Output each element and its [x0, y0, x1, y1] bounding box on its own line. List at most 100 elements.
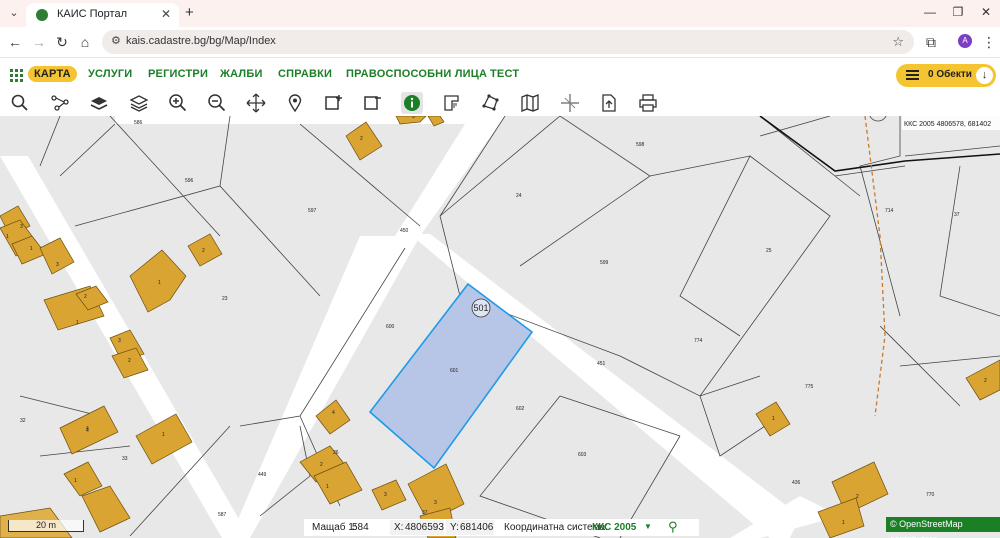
parcel-label: 4 — [86, 426, 89, 432]
address-bar[interactable]: ⚙ kais.cadastre.bg/bg/Map/Index ☆ — [102, 30, 914, 54]
parcel-label: 596 — [185, 178, 194, 184]
coordinate-search-icon[interactable]: ⚲ — [668, 519, 678, 535]
parcel-label: 1 — [30, 246, 33, 252]
reload-icon[interactable]: ↻ — [53, 33, 71, 51]
home-icon[interactable]: ⌂ — [76, 33, 94, 51]
browser-toolbar: ← → ↻ ⌂ ⚙ kais.cadastre.bg/bg/Map/Index … — [0, 27, 1000, 57]
map-icon[interactable] — [519, 92, 541, 114]
info-icon[interactable] — [401, 92, 423, 114]
parcel-label: 4 — [332, 410, 335, 416]
measure-polygon-icon[interactable] — [480, 92, 502, 114]
parcel-label: 23 — [222, 296, 228, 302]
parcel-label: 37 — [954, 212, 960, 218]
minimize-icon[interactable]: — — [920, 5, 940, 19]
pan-icon[interactable] — [245, 92, 267, 114]
location-pin-icon[interactable] — [284, 92, 306, 114]
parcel-label: 600 — [386, 324, 395, 330]
tab-close-icon[interactable]: ✕ — [161, 7, 171, 21]
close-window-icon[interactable]: ✕ — [976, 5, 996, 19]
tab-search-chevron-icon[interactable]: ⌄ — [6, 5, 22, 21]
parcel-label: 436 — [792, 480, 801, 486]
cadastral-map[interactable]: 501 586 596 597 24 598 599 25 714 37 23 … — [0, 116, 1000, 538]
search-icon[interactable] — [9, 92, 31, 114]
objects-basket-button[interactable]: 0 Обекти ↓ — [896, 64, 996, 87]
apps-grid-icon[interactable] — [10, 69, 23, 82]
profile-avatar[interactable]: A — [958, 34, 972, 48]
scale-value: 584 — [352, 522, 369, 533]
parcel-label: 3 — [434, 500, 437, 506]
osm-attribution[interactable]: © OpenStreetMap contributors. — [886, 517, 1000, 538]
parcel-label: 602 — [516, 406, 525, 412]
map-canvas[interactable]: 501 586 596 597 24 598 599 25 714 37 23 … — [0, 116, 1000, 538]
trail-line — [864, 116, 886, 417]
restore-icon[interactable]: ❐ — [948, 5, 968, 19]
marker-circle — [869, 116, 887, 122]
print-icon[interactable] — [637, 92, 659, 114]
nav-item-references[interactable]: СПРАВКИ — [278, 68, 332, 80]
forward-icon[interactable]: → — [30, 33, 48, 51]
coordinate-system-select[interactable]: ККС 2005 — [592, 522, 636, 533]
nav-item-map[interactable]: КАРТА — [28, 66, 77, 82]
parcel-label: 586 — [134, 120, 143, 126]
nav-item-complaints[interactable]: ЖАЛБИ — [220, 68, 263, 80]
new-tab-icon[interactable]: + — [185, 4, 194, 21]
x-value: 4806593 — [405, 522, 444, 533]
parcel-label: 33 — [122, 456, 128, 462]
parcel-label: 1 — [842, 520, 845, 526]
parcel-label: 37 — [422, 510, 428, 516]
nav-item-services[interactable]: УСЛУГИ — [88, 68, 132, 80]
url-text[interactable]: kais.cadastre.bg/bg/Map/Index — [126, 35, 276, 47]
parcel-label: 24 — [516, 193, 522, 199]
parcel-label: 1 — [158, 280, 161, 286]
parcel-label: 714 — [885, 208, 894, 214]
browser-tab[interactable]: КАИС Портал ✕ — [26, 3, 179, 27]
arrow-down-icon[interactable]: ↓ — [976, 67, 993, 84]
parcel-label: 2 — [360, 136, 363, 142]
parcel-label: 449 — [258, 472, 267, 478]
selected-parcel-badge: 501 — [473, 303, 488, 313]
parcel-label: 1 — [76, 320, 79, 326]
nav-item-registers[interactable]: РЕГИСТРИ — [148, 68, 208, 80]
tab-title: КАИС Портал — [57, 8, 128, 20]
measure-length-icon[interactable] — [441, 92, 463, 114]
back-icon[interactable]: ← — [6, 33, 24, 51]
parcel-label: 601 — [450, 368, 459, 374]
parcel-label: 2 — [984, 378, 987, 384]
parcel-label: 3 — [384, 492, 387, 498]
bookmark-star-icon[interactable]: ☆ — [892, 34, 904, 50]
parcel-label: 2 — [202, 248, 205, 254]
scale-bar: 20 m — [8, 520, 84, 532]
parcel-label: 32 — [20, 418, 26, 424]
parcel-label: 1 — [326, 484, 329, 490]
parcel-label: 2 — [128, 358, 131, 364]
select-area-minus-icon[interactable] — [362, 92, 384, 114]
parcel-label: 1 — [74, 478, 77, 484]
parcel-label: 599 — [600, 260, 609, 266]
parcel-label: 1 — [162, 432, 165, 438]
parcel-label: 451 — [597, 361, 606, 367]
extensions-icon[interactable]: ⧉ — [922, 33, 940, 51]
chevron-down-icon[interactable]: ▼ — [644, 522, 652, 531]
zoom-in-icon[interactable] — [167, 92, 189, 114]
select-area-plus-icon[interactable] — [323, 92, 345, 114]
zoom-out-icon[interactable] — [206, 92, 228, 114]
coords-label: ККС 2005 4806578, 681402 — [904, 121, 991, 128]
crosshair-icon[interactable] — [559, 92, 581, 114]
export-icon[interactable] — [598, 92, 620, 114]
layers-outline-icon[interactable] — [128, 92, 150, 114]
parcel-label: 1 — [6, 234, 9, 240]
route-icon[interactable] — [49, 92, 71, 114]
parcel-label: 598 — [636, 142, 645, 148]
objects-count: 0 Обекти — [928, 69, 972, 80]
site-info-icon[interactable]: ⚙ — [111, 35, 124, 48]
layers-icon[interactable] — [88, 92, 110, 114]
y-label: Y: — [450, 522, 459, 533]
parcel-label: 3 — [20, 224, 23, 230]
nav-item-test[interactable]: ТЕСТ — [490, 68, 519, 80]
site-navigation: КАРТА УСЛУГИ РЕГИСТРИ ЖАЛБИ СПРАВКИ ПРАВ… — [0, 57, 1000, 90]
parcel-label: 603 — [578, 452, 587, 458]
parcel-label: 770 — [926, 492, 935, 498]
parcel-label: 2 — [84, 294, 87, 300]
browser-menu-icon[interactable]: ⋮ — [980, 33, 998, 51]
nav-item-licensed-persons[interactable]: ПРАВОСПОСОБНИ ЛИЦА — [346, 68, 487, 80]
